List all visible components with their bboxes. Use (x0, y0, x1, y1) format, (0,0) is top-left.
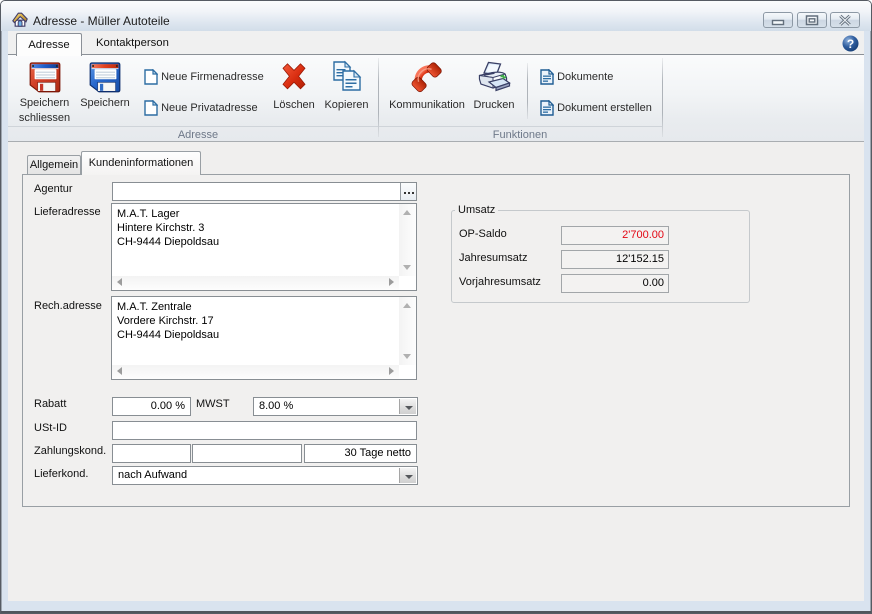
svg-text:?: ? (847, 37, 854, 51)
